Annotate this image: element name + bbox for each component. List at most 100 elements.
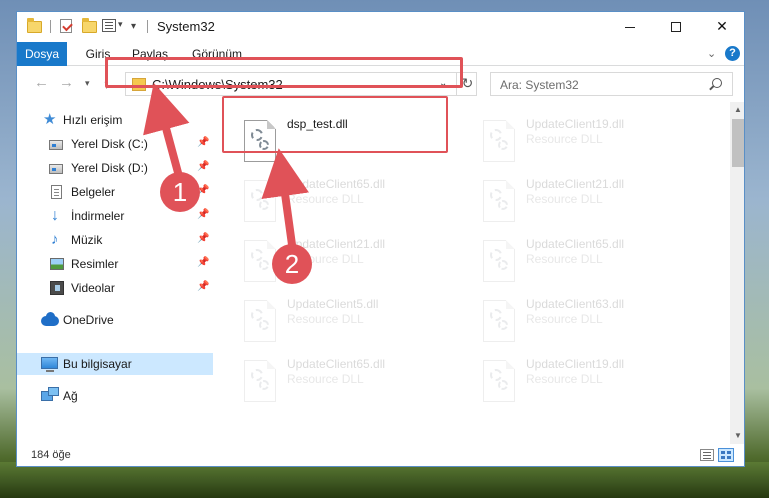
item-count: 184 öğe bbox=[31, 449, 71, 461]
dll-file-icon bbox=[244, 360, 276, 402]
network-icon bbox=[41, 387, 59, 401]
file-name: UpdateClient5.dll bbox=[287, 297, 379, 311]
pictures-icon bbox=[50, 258, 64, 270]
back-button[interactable]: ← bbox=[34, 75, 49, 90]
nav-item-pictures[interactable]: Resimler 📌 bbox=[17, 253, 213, 275]
search-icon[interactable] bbox=[712, 78, 722, 88]
file-type: Resource DLL bbox=[526, 132, 603, 146]
scroll-down-arrow-icon[interactable]: ▼ bbox=[730, 428, 744, 444]
dll-file-icon bbox=[244, 180, 276, 222]
properties-check-icon[interactable] bbox=[60, 19, 72, 33]
star-icon: ★ bbox=[43, 111, 57, 128]
scroll-up-arrow-icon[interactable]: ▲ bbox=[730, 102, 744, 118]
toolbar-separator bbox=[50, 20, 51, 33]
pin-icon[interactable]: 📌 bbox=[197, 137, 209, 148]
nav-label: Videolar bbox=[71, 281, 115, 295]
forward-button[interactable]: → bbox=[59, 75, 74, 90]
recent-locations-chevron-icon[interactable]: ▾ bbox=[85, 78, 90, 89]
nav-label: Resimler bbox=[71, 257, 119, 271]
maximize-icon bbox=[671, 22, 681, 32]
ribbon-expand-chevron-icon[interactable]: ⌄ bbox=[707, 47, 716, 60]
file-name: UpdateClient19.dll bbox=[526, 357, 625, 371]
file-type: Resource DLL bbox=[287, 312, 364, 326]
nav-label: Yerel Disk (C:) bbox=[71, 137, 148, 151]
minimize-icon bbox=[625, 27, 635, 28]
nav-label: İndirmeler bbox=[71, 209, 125, 223]
file-item[interactable]: UpdateClient65.dll Resource DLL bbox=[477, 234, 702, 292]
customize-toolbar-icon[interactable]: ▾ bbox=[131, 21, 136, 32]
file-item[interactable]: UpdateClient19.dll Resource DLL bbox=[477, 114, 702, 172]
desktop-background bbox=[0, 462, 769, 498]
onedrive-cloud-icon bbox=[41, 312, 59, 326]
help-icon[interactable]: ? bbox=[725, 46, 740, 61]
file-item[interactable]: UpdateClient5.dll Resource DLL bbox=[238, 294, 463, 352]
videos-icon bbox=[50, 281, 64, 295]
dll-file-icon bbox=[483, 300, 515, 342]
title-bar: ▾ ▾ System32 ✕ bbox=[17, 12, 744, 42]
title-separator bbox=[147, 20, 148, 33]
folder-icon bbox=[27, 18, 42, 33]
drive-icon bbox=[49, 140, 63, 150]
new-folder-icon[interactable] bbox=[82, 18, 97, 33]
drive-icon bbox=[49, 164, 63, 174]
nav-item-this-pc[interactable]: Bu bilgisayar bbox=[17, 353, 213, 375]
quick-access-caret-icon[interactable]: ▾ bbox=[118, 19, 123, 30]
tab-file[interactable]: Dosya bbox=[17, 42, 67, 66]
close-button[interactable]: ✕ bbox=[699, 12, 744, 42]
vertical-scrollbar[interactable]: ▲ ▼ bbox=[730, 102, 744, 444]
nav-item-quick-access[interactable]: ★ Hızlı erişim bbox=[17, 109, 213, 131]
nav-item-music[interactable]: ♪ Müzik 📌 bbox=[17, 229, 213, 251]
file-type: Resource DLL bbox=[287, 372, 364, 386]
pin-icon[interactable]: 📌 bbox=[197, 257, 209, 268]
nav-item-local-disk-c[interactable]: Yerel Disk (C:) 📌 bbox=[17, 133, 213, 155]
dll-file-icon bbox=[483, 360, 515, 402]
file-name: UpdateClient21.dll bbox=[526, 177, 625, 191]
scrollbar-thumb[interactable] bbox=[732, 119, 744, 167]
pin-icon[interactable]: 📌 bbox=[197, 161, 209, 172]
file-name: UpdateClient19.dll bbox=[526, 117, 625, 131]
address-bar-highlight bbox=[105, 57, 463, 88]
nav-label: Hızlı erişim bbox=[63, 113, 123, 127]
file-item[interactable]: UpdateClient19.dll Resource DLL bbox=[477, 354, 702, 412]
file-highlight bbox=[222, 96, 448, 153]
pin-icon[interactable]: 📌 bbox=[197, 281, 209, 292]
downloads-icon: ↓ bbox=[51, 207, 59, 224]
large-icons-view-icon[interactable] bbox=[718, 448, 734, 462]
file-name: UpdateClient65.dll bbox=[526, 237, 625, 251]
file-type: Resource DLL bbox=[526, 192, 603, 206]
dll-file-icon bbox=[483, 120, 515, 162]
file-item[interactable]: UpdateClient21.dll Resource DLL bbox=[477, 174, 702, 232]
nav-label: Yerel Disk (D:) bbox=[71, 161, 148, 175]
pin-icon[interactable]: 📌 bbox=[197, 233, 209, 244]
dll-file-icon bbox=[244, 300, 276, 342]
file-type: Resource DLL bbox=[526, 372, 603, 386]
nav-label: Müzik bbox=[71, 233, 103, 247]
status-bar: 184 öğe bbox=[17, 444, 744, 466]
dll-file-icon bbox=[483, 240, 515, 282]
pin-icon[interactable]: 📌 bbox=[197, 209, 209, 220]
nav-label: Ağ bbox=[63, 389, 78, 403]
file-item[interactable]: UpdateClient65.dll Resource DLL bbox=[238, 354, 463, 412]
search-input[interactable]: Ara: System32 bbox=[500, 78, 579, 92]
file-item[interactable]: UpdateClient63.dll Resource DLL bbox=[477, 294, 702, 352]
nav-label: OneDrive bbox=[63, 313, 114, 327]
music-icon: ♪ bbox=[51, 231, 59, 248]
nav-item-onedrive[interactable]: OneDrive bbox=[17, 309, 213, 331]
view-options-icon[interactable] bbox=[102, 19, 116, 32]
details-view-icon[interactable] bbox=[700, 449, 714, 461]
computer-icon bbox=[41, 357, 58, 372]
nav-label: Bu bilgisayar bbox=[63, 357, 132, 371]
file-name: UpdateClient65.dll bbox=[287, 357, 386, 371]
step-2-badge: 2 bbox=[272, 244, 312, 284]
nav-label: Belgeler bbox=[71, 185, 116, 199]
maximize-button[interactable] bbox=[653, 12, 699, 42]
file-name: UpdateClient65.dll bbox=[287, 177, 386, 191]
minimize-button[interactable] bbox=[607, 12, 653, 42]
search-box[interactable]: Ara: System32 bbox=[490, 72, 733, 96]
file-type: Resource DLL bbox=[526, 252, 603, 266]
nav-item-network[interactable]: Ağ bbox=[17, 385, 213, 407]
file-type: Resource DLL bbox=[287, 192, 364, 206]
file-item[interactable]: UpdateClient65.dll Resource DLL bbox=[238, 174, 463, 232]
nav-item-videos[interactable]: Videolar 📌 bbox=[17, 277, 213, 299]
dll-file-icon bbox=[483, 180, 515, 222]
